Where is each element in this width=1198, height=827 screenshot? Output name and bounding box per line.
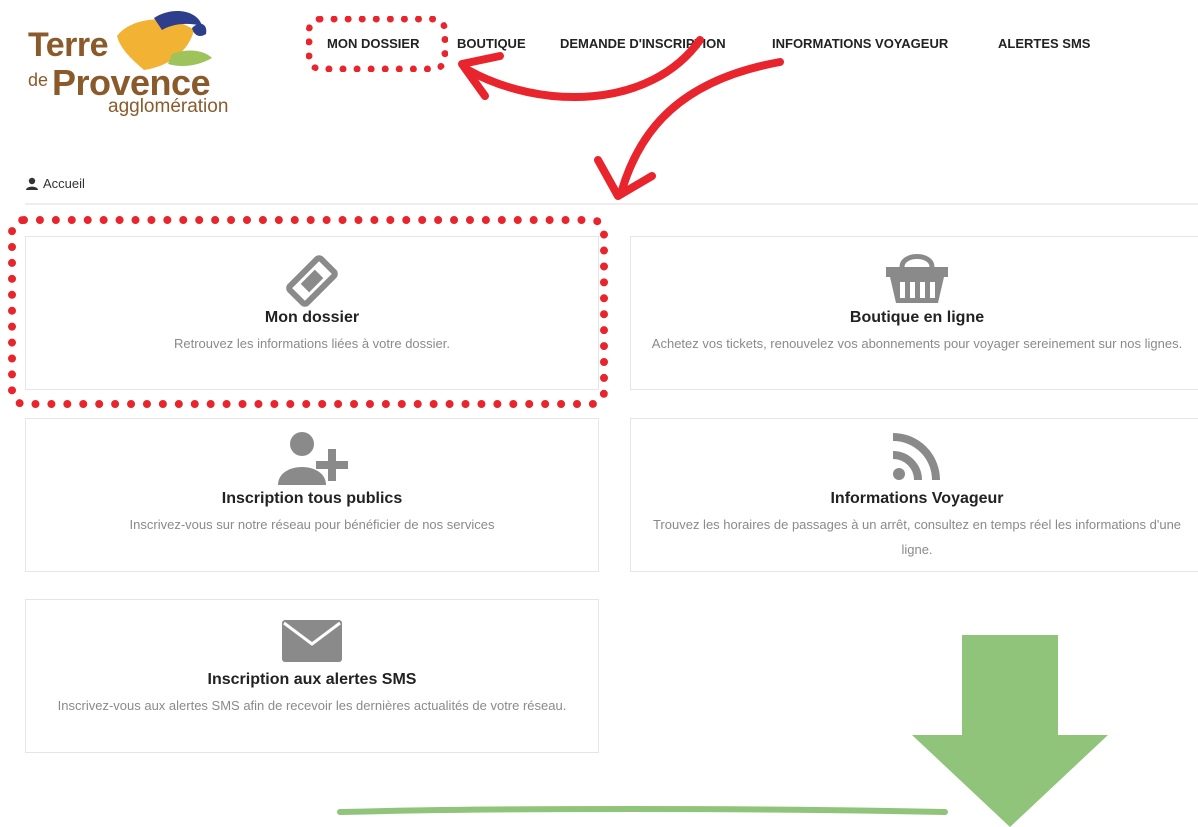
logo-text-terre: Terre bbox=[28, 26, 109, 64]
nav-item-alertes-sms[interactable]: ALERTES SMS bbox=[998, 36, 1090, 51]
card-description: Inscrivez-vous aux alertes SMS afin de r… bbox=[57, 698, 567, 713]
rss-icon bbox=[892, 433, 940, 481]
card-title: Inscription aux alertes SMS bbox=[207, 671, 417, 688]
highlight-nav-mon-dossier bbox=[306, 16, 448, 72]
green-brush-line bbox=[337, 806, 948, 815]
envelope-icon bbox=[282, 620, 342, 662]
card-description: Trouvez les horaires de passages à un ar… bbox=[652, 517, 1182, 557]
nav-item-boutique[interactable]: BOUTIQUE bbox=[457, 36, 526, 51]
breadcrumb-divider bbox=[25, 203, 1198, 205]
card-boutique-en-ligne[interactable]: Boutique en ligne Achetez vos tickets, r… bbox=[630, 236, 1198, 390]
card-description: Achetez vos tickets, renouvelez vos abon… bbox=[651, 336, 1183, 351]
logo[interactable]: Terre de Provence agglomération bbox=[22, 8, 237, 123]
user-plus-icon bbox=[278, 432, 348, 485]
nav-item-informations-voyageur[interactable]: INFORMATIONS VOYAGEUR bbox=[772, 36, 948, 51]
card-title: Boutique en ligne bbox=[849, 309, 985, 326]
logo-text-de: de bbox=[28, 70, 49, 90]
logo-text-agglomeration: agglomération bbox=[108, 96, 229, 117]
card-inscription-alertes-sms[interactable]: Inscription aux alertes SMS Inscrivez-vo… bbox=[25, 599, 599, 753]
highlight-card-mon-dossier bbox=[8, 216, 608, 408]
breadcrumb-home-link[interactable]: Accueil bbox=[43, 176, 85, 191]
card-informations-voyageur[interactable]: Informations Voyageur Trouvez les horair… bbox=[630, 418, 1198, 572]
user-icon bbox=[26, 177, 38, 190]
green-down-arrow-icon bbox=[912, 635, 1108, 827]
nav-item-demande-inscription[interactable]: DEMANDE D'INSCRIPTION bbox=[560, 36, 726, 51]
card-title: Inscription tous publics bbox=[221, 490, 403, 507]
card-description: Inscrivez-vous sur notre réseau pour bén… bbox=[129, 517, 495, 532]
card-inscription-tous-publics[interactable]: Inscription tous publics Inscrivez-vous … bbox=[25, 418, 599, 572]
breadcrumb: Accueil bbox=[25, 176, 85, 191]
red-arrow-to-card-icon bbox=[618, 58, 784, 194]
basket-icon bbox=[886, 254, 948, 303]
card-title: Informations Voyageur bbox=[830, 490, 1004, 507]
